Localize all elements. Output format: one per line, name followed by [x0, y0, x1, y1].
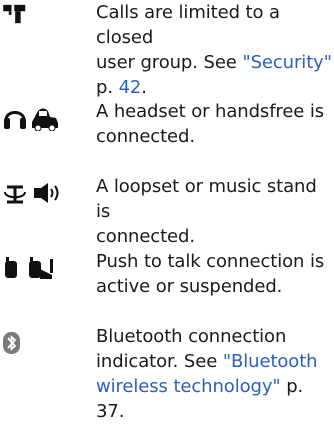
entry-text-line: Calls are limited to a closed — [96, 2, 280, 48]
page-42-link[interactable]: 42 — [119, 77, 142, 98]
headset-icon — [4, 111, 26, 129]
page-ref-prefix: p. — [280, 376, 304, 397]
entry-text-line: p. 42. — [96, 75, 332, 100]
entry-text-line: indicator. See "Bluetooth — [96, 349, 332, 374]
closed-user-group-icon — [3, 4, 26, 24]
bluetooth-link-continued[interactable]: wireless technology" — [96, 376, 281, 397]
page-ref-prefix: p. — [96, 77, 119, 98]
handsfree-car-icon — [32, 108, 58, 131]
entry-text-line: A loopset or music stand is — [96, 176, 317, 222]
entry-text-line: Bluetooth connection — [96, 326, 287, 347]
page-ref-suffix: . — [141, 77, 147, 98]
bluetooth-link[interactable]: "Bluetooth — [223, 351, 318, 372]
push-to-talk-active-icon — [5, 257, 17, 278]
entry-text-line: Push to talk connection is — [96, 251, 325, 272]
entry-text-line: wireless technology" p. 37. — [96, 374, 332, 424]
push-to-talk-suspended-icon — [29, 257, 53, 279]
entry-text-line: connected. — [96, 226, 195, 247]
bluetooth-icon — [3, 332, 20, 354]
loopset-icon — [4, 185, 26, 204]
entry-text: user group. See — [96, 52, 243, 73]
music-stand-speaker-icon — [34, 183, 59, 203]
entry-text-line: connected. — [96, 126, 195, 147]
security-link[interactable]: "Security" — [242, 52, 332, 73]
entry-text-line: active or suspended. — [96, 276, 283, 297]
entry-text: indicator. See — [96, 351, 223, 372]
entry-text-line: user group. See "Security" — [96, 50, 332, 75]
entry-text-line: A headset or handsfree is — [96, 101, 325, 122]
